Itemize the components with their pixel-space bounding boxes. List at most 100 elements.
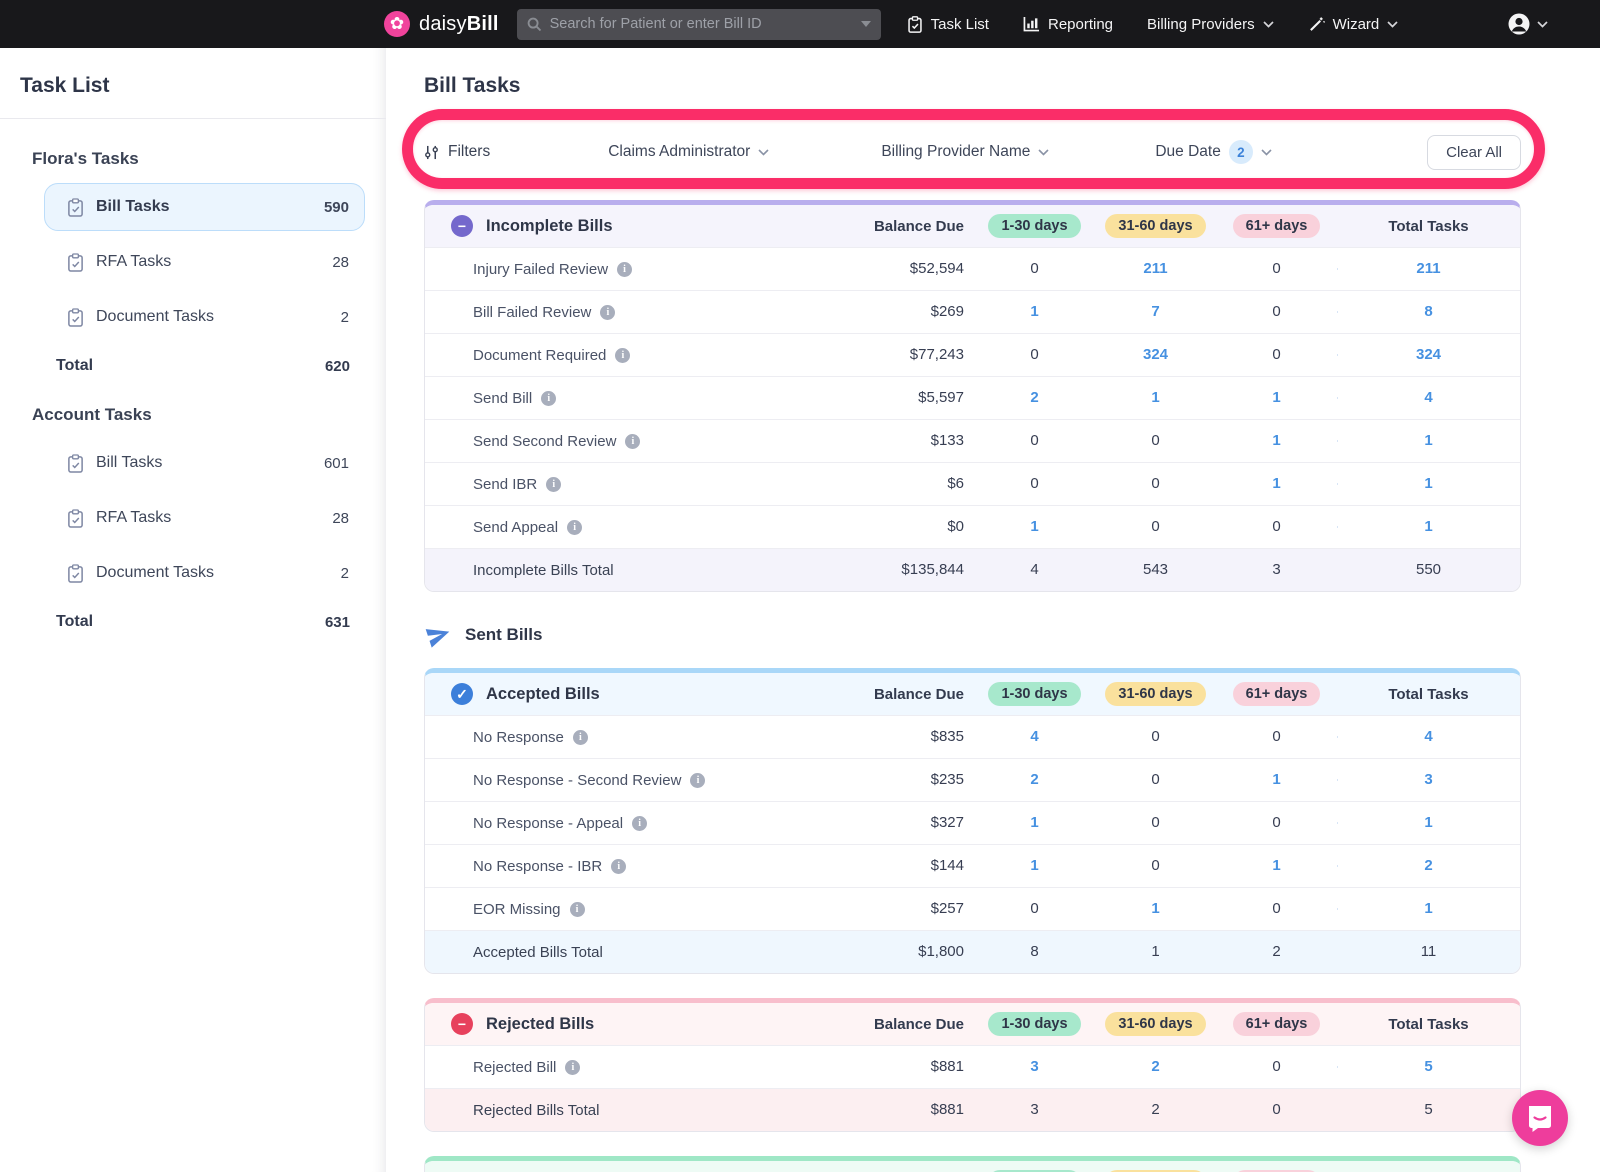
task-count: 0 bbox=[1030, 432, 1038, 449]
task-count-link[interactable]: 2 bbox=[1151, 1058, 1159, 1075]
search-input[interactable] bbox=[550, 16, 853, 32]
task-count: 5 bbox=[1424, 1101, 1432, 1118]
task-count: 0 bbox=[1151, 814, 1159, 831]
row-label: Send Second Review bbox=[473, 433, 616, 450]
info-icon[interactable]: i bbox=[541, 391, 556, 406]
task-count-link[interactable]: 1 bbox=[1272, 432, 1280, 449]
daisybill-logo[interactable]: ✿ daisyBill bbox=[384, 11, 499, 37]
info-icon[interactable]: i bbox=[632, 816, 647, 831]
task-count-link[interactable]: 1 bbox=[1424, 518, 1432, 535]
user-avatar-icon bbox=[1507, 12, 1531, 36]
global-search[interactable] bbox=[517, 9, 881, 40]
sidebar-item-label: RFA Tasks bbox=[96, 253, 171, 271]
sidebar-item-document-tasks[interactable]: Document Tasks 2 bbox=[44, 293, 365, 341]
nav-reporting[interactable]: Reporting bbox=[1023, 16, 1113, 33]
task-count-link[interactable]: 324 bbox=[1416, 346, 1441, 363]
nav-billing-providers[interactable]: Billing Providers bbox=[1147, 16, 1274, 33]
task-count-link[interactable]: 1 bbox=[1030, 518, 1038, 535]
clipboard-check-icon bbox=[67, 564, 84, 583]
info-icon[interactable]: i bbox=[570, 902, 585, 917]
task-count-link[interactable]: 7 bbox=[1151, 303, 1159, 320]
task-count-link[interactable]: 1 bbox=[1424, 814, 1432, 831]
chat-messenger-button[interactable] bbox=[1512, 1090, 1568, 1146]
chevron-down-icon bbox=[1537, 21, 1548, 28]
info-icon[interactable]: i bbox=[567, 520, 582, 535]
task-count-link[interactable]: 4 bbox=[1424, 389, 1432, 406]
balance-due-value: $235 bbox=[931, 771, 964, 788]
task-count-link[interactable]: 2 bbox=[1030, 389, 1038, 406]
sidebar-item-rfa-tasks[interactable]: RFA Tasks 28 bbox=[44, 238, 365, 286]
nav-account-menu[interactable] bbox=[1507, 12, 1548, 36]
sidebar-item-account-rfa-tasks[interactable]: RFA Tasks 28 bbox=[44, 494, 365, 542]
accepted-table-header: ✓Accepted BillsBalance Due1-30 days31-60… bbox=[425, 673, 1520, 715]
task-count-link[interactable]: 2 bbox=[1030, 771, 1038, 788]
task-count: 0 bbox=[1030, 900, 1038, 917]
column-header-total-tasks: Total Tasks bbox=[1337, 686, 1520, 703]
task-count-link[interactable]: 5 bbox=[1424, 1058, 1432, 1075]
sidebar-item-account-bill-tasks[interactable]: Bill Tasks 601 bbox=[44, 439, 365, 487]
nav-task-list[interactable]: Task List bbox=[907, 16, 989, 33]
task-count-link[interactable]: 324 bbox=[1143, 346, 1168, 363]
row-label: Accepted Bills Total bbox=[473, 944, 603, 961]
info-icon[interactable]: i bbox=[546, 477, 561, 492]
info-icon[interactable]: i bbox=[617, 262, 632, 277]
balance-due-value: $52,594 bbox=[910, 260, 964, 277]
task-count-link[interactable]: 1 bbox=[1272, 389, 1280, 406]
task-count: 0 bbox=[1151, 475, 1159, 492]
dropdown-label: Claims Administrator bbox=[608, 143, 750, 161]
table-title: Rejected Bills bbox=[486, 1015, 594, 1034]
balance-due-value: $0 bbox=[947, 518, 964, 535]
table-row: Send Appeali$01001 bbox=[425, 505, 1520, 548]
sidebar-item-label: Document Tasks bbox=[96, 308, 214, 326]
task-count-link[interactable]: 8 bbox=[1424, 303, 1432, 320]
task-count-link[interactable]: 1 bbox=[1151, 389, 1159, 406]
task-count-link[interactable]: 1 bbox=[1030, 814, 1038, 831]
filters-toggle[interactable]: Filters bbox=[424, 143, 490, 161]
task-count-link[interactable]: 3 bbox=[1424, 771, 1432, 788]
balance-due-value: $881 bbox=[931, 1101, 964, 1118]
task-count-link[interactable]: 1 bbox=[1030, 857, 1038, 874]
balance-due-value: $257 bbox=[931, 900, 964, 917]
task-count-link[interactable]: 1 bbox=[1030, 303, 1038, 320]
billing-provider-name-dropdown[interactable]: Billing Provider Name bbox=[881, 143, 1049, 161]
incomplete-bills-table: −Incomplete BillsBalance Due1-30 days31-… bbox=[424, 200, 1521, 592]
sidebar-item-bill-tasks[interactable]: Bill Tasks 590 bbox=[44, 183, 365, 231]
info-icon[interactable]: i bbox=[600, 305, 615, 320]
task-count-link[interactable]: 1 bbox=[1272, 475, 1280, 492]
nav-wizard[interactable]: Wizard bbox=[1308, 16, 1399, 33]
search-icon bbox=[527, 17, 542, 32]
sidebar-item-count: 28 bbox=[332, 254, 349, 271]
task-list-sidebar: Task List Flora's Tasks Bill Tasks 590 R… bbox=[0, 48, 386, 1172]
sidebar-item-count: 28 bbox=[332, 510, 349, 527]
task-count-link[interactable]: 1 bbox=[1424, 432, 1432, 449]
info-icon[interactable]: i bbox=[611, 859, 626, 874]
clear-all-button[interactable]: Clear All bbox=[1427, 135, 1521, 170]
task-count-link[interactable]: 1 bbox=[1424, 900, 1432, 917]
task-count-link[interactable]: 211 bbox=[1416, 260, 1440, 277]
daisy-flower-icon: ✿ bbox=[384, 11, 410, 37]
info-icon[interactable]: i bbox=[565, 1060, 580, 1075]
task-count-link[interactable]: 1 bbox=[1272, 771, 1280, 788]
info-icon[interactable]: i bbox=[690, 773, 705, 788]
info-icon[interactable]: i bbox=[625, 434, 640, 449]
task-count-link[interactable]: 2 bbox=[1424, 857, 1432, 874]
info-icon[interactable]: i bbox=[615, 348, 630, 363]
search-scope-caret-icon[interactable] bbox=[861, 21, 871, 27]
sidebar-item-label: Bill Tasks bbox=[96, 198, 170, 216]
total-label: Total bbox=[56, 357, 93, 375]
task-count: 0 bbox=[1272, 728, 1280, 745]
sidebar-item-account-document-tasks[interactable]: Document Tasks 2 bbox=[44, 549, 365, 597]
incomplete-table-header: −Incomplete BillsBalance Due1-30 days31-… bbox=[425, 205, 1520, 247]
task-count-link[interactable]: 4 bbox=[1030, 728, 1038, 745]
task-count: 4 bbox=[1030, 561, 1038, 578]
task-count-link[interactable]: 1 bbox=[1424, 475, 1432, 492]
task-count-link[interactable]: 1 bbox=[1272, 857, 1280, 874]
claims-administrator-dropdown[interactable]: Claims Administrator bbox=[608, 143, 769, 161]
task-count-link[interactable]: 1 bbox=[1151, 900, 1159, 917]
task-count-link[interactable]: 3 bbox=[1030, 1058, 1038, 1075]
task-count-link[interactable]: 4 bbox=[1424, 728, 1432, 745]
info-icon[interactable]: i bbox=[573, 730, 588, 745]
due-date-dropdown[interactable]: Due Date 2 bbox=[1155, 140, 1271, 164]
table-row: Send Billi$5,5972114 bbox=[425, 376, 1520, 419]
task-count-link[interactable]: 211 bbox=[1143, 260, 1167, 277]
